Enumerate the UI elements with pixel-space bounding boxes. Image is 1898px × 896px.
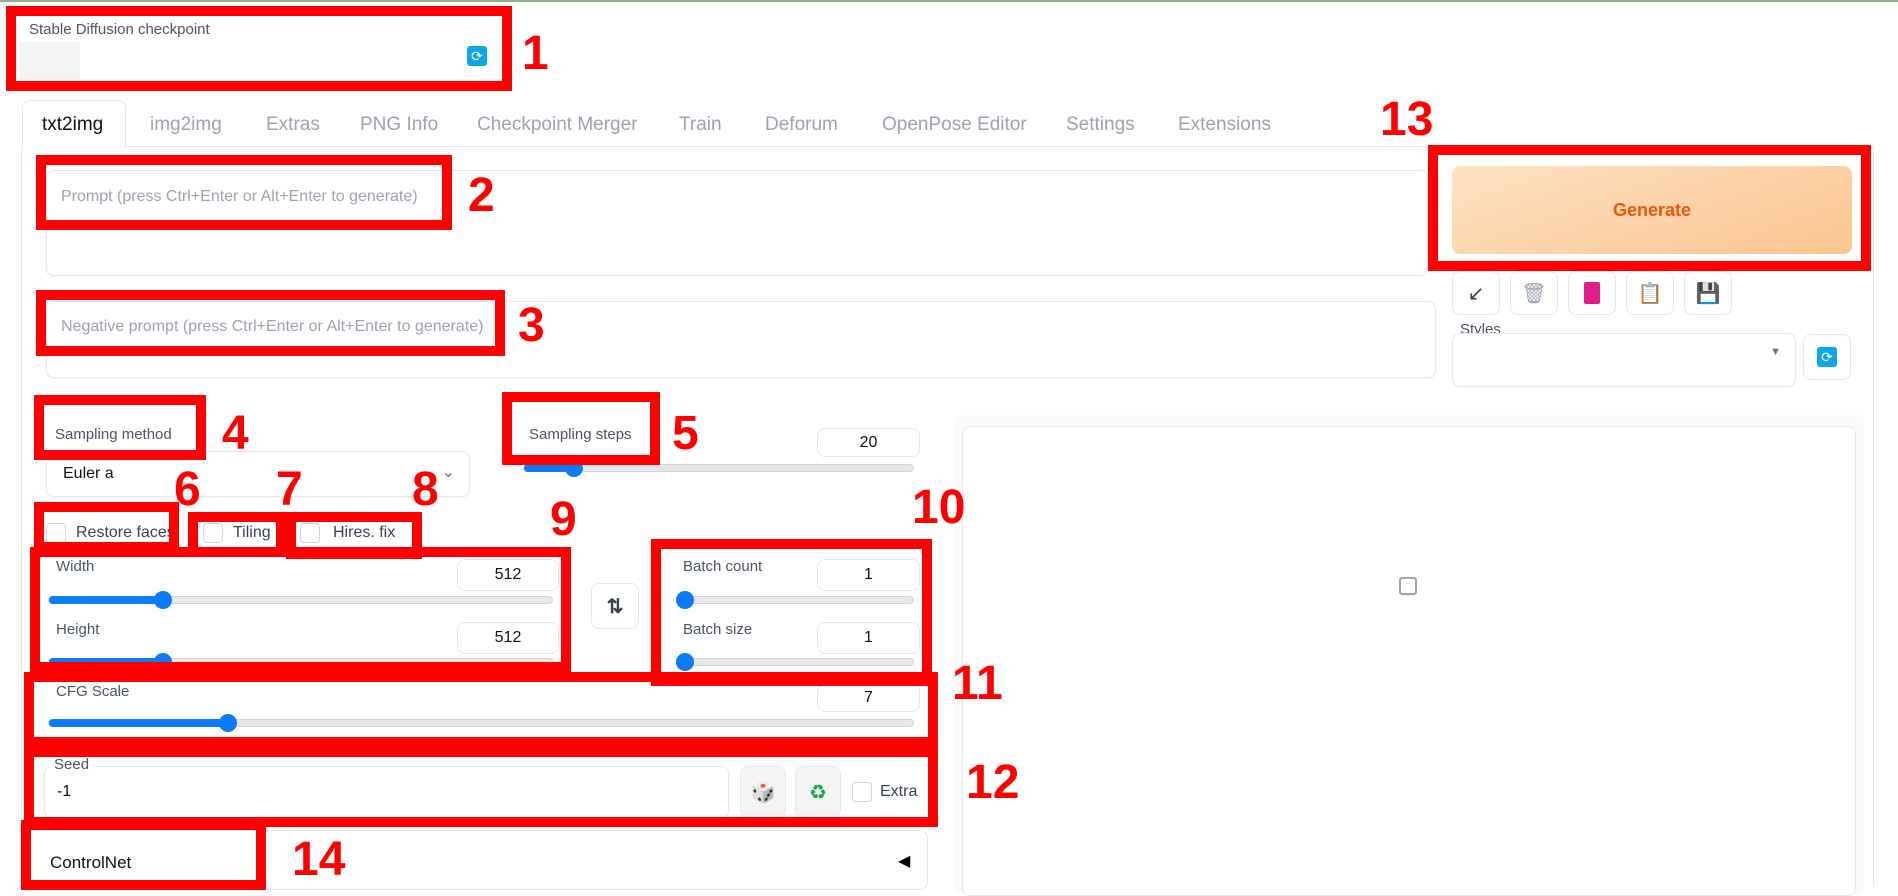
tab-png-info[interactable]: PNG Info <box>360 114 438 136</box>
annotation-9: 9 <box>550 493 577 546</box>
hires-fix-label: Hires. fix <box>333 524 396 541</box>
cfg-scale-label: CFG Scale <box>56 683 130 700</box>
annotation-6: 6 <box>174 463 201 516</box>
height-input[interactable]: 512 <box>457 622 559 654</box>
extra-label: Extra <box>880 783 918 800</box>
checkpoint-label: Stable Diffusion checkpoint <box>29 21 210 38</box>
slider-fill <box>49 719 228 727</box>
tab-train[interactable]: Train <box>679 114 722 136</box>
swap-icon: ⇅ <box>606 595 624 618</box>
picture-icon[interactable] <box>1568 271 1616 315</box>
generate-button[interactable]: Generate <box>1452 166 1852 254</box>
prompt-input[interactable]: Prompt (press Ctrl+Enter or Alt+Enter to… <box>46 170 1428 276</box>
height-slider[interactable] <box>48 653 553 671</box>
tab-checkpoint-merger[interactable]: Checkpoint Merger <box>477 114 638 136</box>
hires-fix-checkbox[interactable] <box>300 523 320 543</box>
chevron-down-icon: ⌄ <box>441 464 455 481</box>
tiling-checkbox[interactable] <box>203 523 223 543</box>
seed-input[interactable]: -1 <box>44 766 729 818</box>
checkpoint-panel: Stable Diffusion checkpoint ⟳ <box>16 16 502 82</box>
top-border <box>0 0 1898 2</box>
batch-size-input[interactable]: 1 <box>817 622 920 654</box>
batch-size-label: Batch size <box>683 621 753 638</box>
batch-count-slider[interactable] <box>676 591 914 609</box>
tab-img2img[interactable]: img2img <box>150 114 222 136</box>
slider-thumb[interactable] <box>676 591 694 609</box>
output-gallery <box>962 426 1856 896</box>
tab-txt2img[interactable]: txt2img <box>42 114 103 136</box>
tiling-label: Tiling <box>233 524 271 541</box>
checkpoint-dropdown[interactable] <box>20 42 80 80</box>
tab-openpose-editor[interactable]: OpenPose Editor <box>882 114 1027 136</box>
slider-thumb[interactable] <box>564 459 583 477</box>
tab-extensions[interactable]: Extensions <box>1178 114 1271 136</box>
slider-thumb[interactable] <box>676 653 694 671</box>
dice-icon: 🎲 <box>750 781 776 804</box>
refresh-icon: ⟳ <box>1817 347 1837 367</box>
restore-faces-checkbox[interactable] <box>46 523 66 543</box>
sampling-method-dropdown[interactable]: Euler a ⌄ <box>46 451 470 497</box>
cfg-scale-input[interactable]: 7 <box>817 684 920 712</box>
trash-icon[interactable]: 🗑 <box>1510 271 1558 315</box>
annotation-7: 7 <box>276 463 303 516</box>
styles-dropdown[interactable]: ▼ <box>1452 333 1796 387</box>
generate-label: Generate <box>1612 199 1692 220</box>
collapse-triangle-icon: ◀ <box>898 853 911 870</box>
annotation-2: 2 <box>468 169 495 222</box>
annotation-4: 4 <box>222 407 249 460</box>
tab-extras[interactable]: Extras <box>266 114 320 136</box>
controlnet-accordion[interactable]: ControlNet ◀ <box>27 830 928 890</box>
negative-prompt-placeholder: Negative prompt (press Ctrl+Enter or Alt… <box>61 318 484 335</box>
annotation-11: 11 <box>952 657 1003 710</box>
sampling-steps-slider[interactable] <box>523 459 914 477</box>
seed-value: -1 <box>57 783 72 800</box>
batch-count-label: Batch count <box>683 558 763 575</box>
clipboard-icon[interactable]: 📋 <box>1626 271 1674 315</box>
slider-fill <box>49 658 163 666</box>
cfg-scale-slider[interactable] <box>48 714 914 732</box>
sampling-steps-label: Sampling steps <box>529 426 632 443</box>
slider-thumb[interactable] <box>153 591 172 609</box>
save-icon[interactable]: 💾 <box>1684 271 1732 315</box>
width-slider[interactable] <box>48 591 553 609</box>
slider-thumb[interactable] <box>218 714 237 732</box>
dropdown-arrow-icon: ▼ <box>1770 346 1781 358</box>
annotation-5: 5 <box>672 407 699 460</box>
width-label: Width <box>56 558 95 575</box>
slider-thumb[interactable] <box>153 653 172 671</box>
refresh-styles-button[interactable]: ⟳ <box>1803 334 1851 380</box>
annotation-3: 3 <box>518 299 545 352</box>
negative-prompt-input[interactable]: Negative prompt (press Ctrl+Enter or Alt… <box>46 301 1436 378</box>
restore-faces-label: Restore faces <box>76 524 175 541</box>
seed-label: Seed <box>50 756 94 773</box>
refresh-checkpoint-icon[interactable]: ⟳ <box>467 46 487 66</box>
sampling-method-value: Euler a <box>63 465 114 482</box>
annotation-12: 12 <box>966 756 1020 809</box>
sampling-method-label: Sampling method <box>55 426 172 443</box>
tab-deforum[interactable]: Deforum <box>765 114 838 136</box>
height-label: Height <box>56 621 100 638</box>
sampling-steps-input[interactable]: 20 <box>817 428 920 457</box>
slider-fill <box>49 596 163 604</box>
batch-size-slider[interactable] <box>676 653 914 671</box>
annotation-1: 1 <box>522 27 549 80</box>
controlnet-label: ControlNet <box>50 853 132 872</box>
extra-checkbox[interactable] <box>852 782 872 802</box>
arrow-icon[interactable]: ↙ <box>1452 271 1500 315</box>
swap-dimensions-button[interactable]: ⇅ <box>591 583 639 629</box>
random-seed-button[interactable]: 🎲 <box>740 766 786 818</box>
annotation-13: 13 <box>1380 93 1434 146</box>
tab-settings[interactable]: Settings <box>1066 114 1135 136</box>
annotation-14: 14 <box>292 833 346 886</box>
annotation-8: 8 <box>412 463 439 516</box>
prompt-placeholder: Prompt (press Ctrl+Enter or Alt+Enter to… <box>61 188 418 205</box>
width-input[interactable]: 512 <box>457 559 559 591</box>
image-placeholder-icon <box>1399 577 1417 595</box>
recycle-icon: ♻ <box>809 781 827 804</box>
reuse-seed-button[interactable]: ♻ <box>795 766 841 818</box>
annotation-10: 10 <box>912 481 966 534</box>
batch-count-input[interactable]: 1 <box>817 559 920 591</box>
